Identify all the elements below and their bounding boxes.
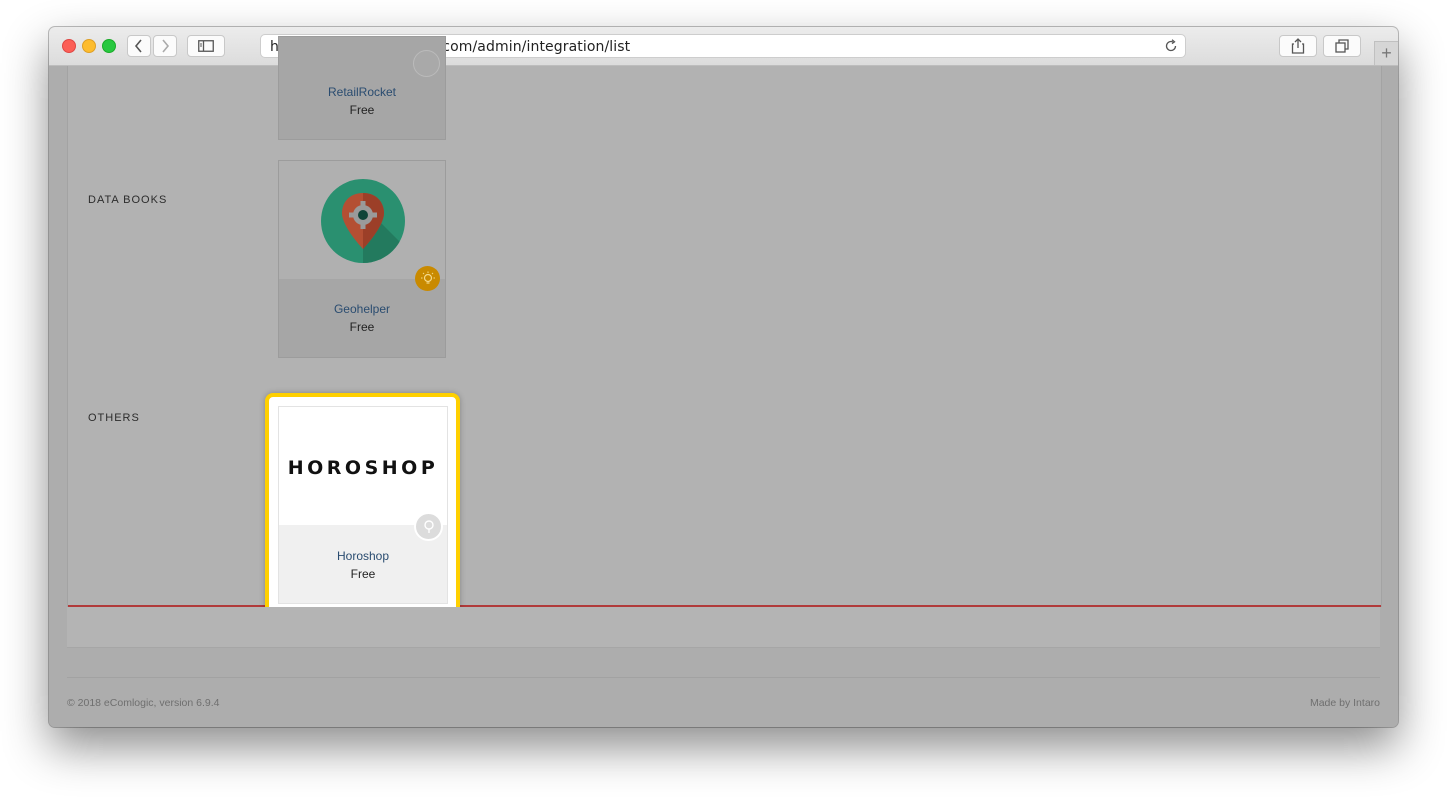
panel-footer — [67, 607, 1380, 648]
integration-card-retailrocket[interactable]: RetailRocket Free — [278, 36, 446, 140]
footer-made-by: Made by Intaro — [1309, 697, 1380, 709]
browser-toolbar: https://demo.ecomlogic.com/admin/integra… — [49, 27, 1398, 66]
card-price: Free — [349, 103, 375, 117]
lightbulb-icon — [413, 50, 440, 77]
footer-divider — [67, 677, 1380, 678]
card-price: Free — [349, 320, 375, 334]
horoshop-highlight: HOROSHOP Horoshop Free — [265, 393, 460, 615]
geohelper-logo — [279, 161, 445, 279]
minimize-window-button[interactable] — [82, 39, 96, 53]
tabs-overview-button[interactable] — [1323, 35, 1361, 57]
back-button[interactable] — [127, 35, 151, 57]
forward-button[interactable] — [153, 35, 177, 57]
sidebar-toggle-button[interactable] — [187, 35, 225, 57]
browser-window: https://demo.ecomlogic.com/admin/integra… — [49, 27, 1398, 727]
card-name[interactable]: RetailRocket — [279, 85, 445, 99]
card-name[interactable]: Horoshop — [279, 549, 447, 563]
share-button[interactable] — [1279, 35, 1317, 57]
lightbulb-badge — [415, 266, 440, 291]
footer-copyright: © 2018 eComlogic, version 6.9.4 — [67, 697, 220, 709]
chevron-left-icon — [134, 39, 142, 53]
integration-card-geohelper[interactable]: Geohelper Free — [278, 160, 446, 358]
section-label-data-books: DATA BOOKS — [88, 194, 168, 206]
page-content: RetailRocket Free DATA BOOKS Geohelper F… — [49, 36, 1398, 727]
close-window-button[interactable] — [62, 39, 76, 53]
section-label-others: OTHERS — [88, 412, 140, 424]
share-icon — [1291, 38, 1305, 54]
maximize-window-button[interactable] — [102, 39, 116, 53]
new-tab-button[interactable]: + — [1374, 41, 1398, 65]
horoshop-logo-text: HOROSHOP — [287, 457, 439, 479]
card-price: Free — [350, 567, 376, 581]
plus-icon: + — [1381, 43, 1392, 63]
integration-card-horoshop[interactable]: HOROSHOP Horoshop Free — [278, 406, 448, 604]
sidebar-icon — [198, 40, 214, 52]
map-pin-gear-icon — [321, 179, 405, 263]
lightbulb-badge — [414, 512, 443, 541]
horoshop-logo: HOROSHOP — [279, 407, 447, 525]
lightbulb-icon — [423, 519, 434, 533]
tabs-icon — [1335, 39, 1349, 53]
card-name[interactable]: Geohelper — [279, 302, 445, 316]
chevron-right-icon — [162, 39, 170, 53]
reload-icon[interactable] — [1164, 39, 1178, 53]
lightbulb-icon — [420, 271, 435, 284]
